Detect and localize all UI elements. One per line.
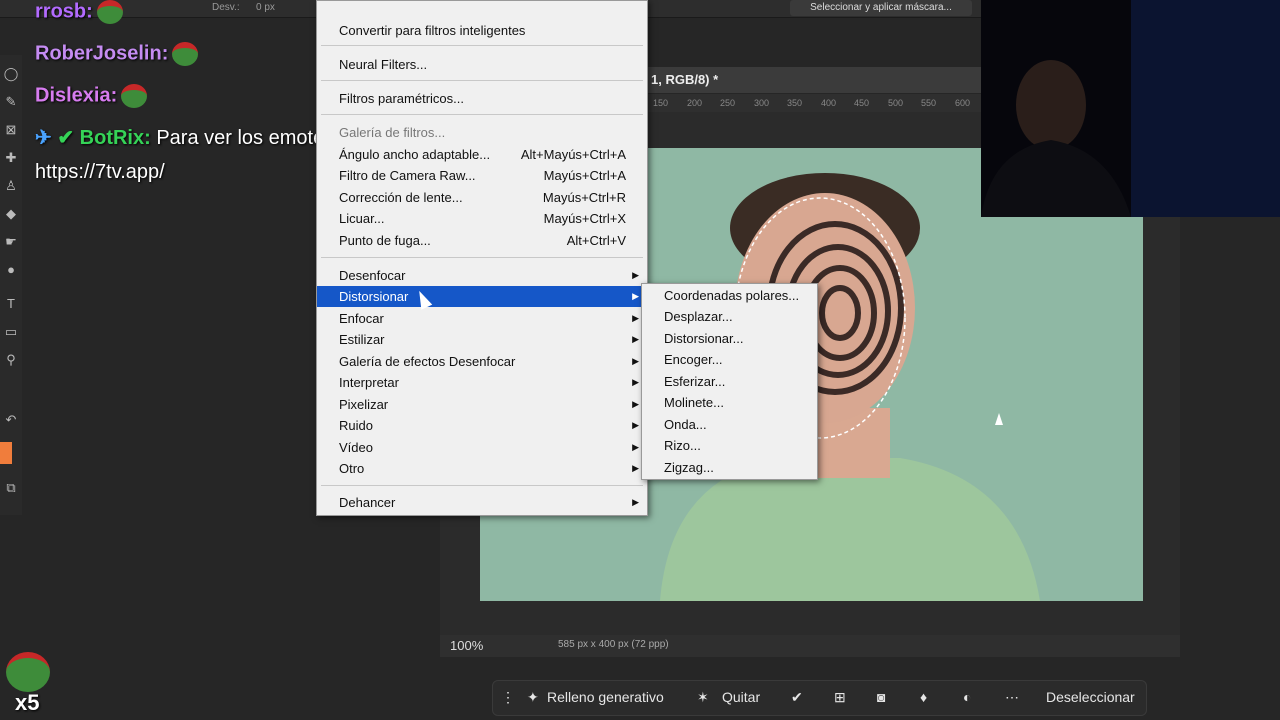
menu-item-adaptive-wide-angle[interactable]: Ángulo ancho adaptable... Alt+Mayús+Ctrl+… (317, 144, 647, 165)
chat-username: BotRix (79, 127, 145, 149)
stamp-tool-icon[interactable]: ♙ (2, 177, 20, 195)
transform-icon[interactable]: ⊞ (834, 689, 846, 706)
remove-icon: ✶ (697, 689, 709, 705)
emote-counter: x5 (15, 690, 40, 715)
zoom-tool-icon[interactable]: ⚲ (2, 351, 20, 369)
menu-item-vanishing-point[interactable]: Punto de fuga... Alt+Ctrl+V (317, 230, 647, 251)
foreground-color-swatch[interactable] (0, 442, 12, 464)
menu-item-video[interactable]: Vídeo ▶ (317, 437, 647, 458)
moderator-badge-icon: ✈ (35, 127, 52, 149)
horizontal-ruler: 150 200 250 300 350 400 450 500 550 600 (645, 94, 985, 112)
emote-icon (96, 0, 123, 24)
menu-item-liquify[interactable]: Licuar... Mayús+Ctrl+X (317, 208, 647, 229)
submenu-item-spherize[interactable]: Esferizar... (642, 371, 817, 392)
fill-icon[interactable]: ♦ (920, 689, 927, 705)
frame-tool-icon[interactable]: ⊠ (2, 121, 20, 139)
emote-icon (121, 84, 148, 108)
desv-value[interactable]: 0 px (256, 2, 275, 13)
submenu-item-polar-coordinates[interactable]: Coordenadas polares... (642, 285, 817, 306)
menu-item-blur-gallery[interactable]: Galería de efectos Desenfocar ▶ (317, 351, 647, 372)
brush-icon[interactable]: ✔ (791, 689, 803, 706)
generative-fill-button[interactable]: Relleno generativo (547, 689, 664, 705)
chat-username: Dislexia (35, 84, 111, 107)
brush-tool-icon[interactable]: ✎ (2, 93, 20, 111)
chat-link[interactable]: https://7tv.app/ (35, 161, 165, 184)
emote-icon (172, 42, 199, 66)
screen-mode-icon[interactable]: ⧉ (2, 479, 20, 497)
menu-item-distort[interactable]: Distorsionar ▶ (317, 286, 647, 307)
submenu-item-wave[interactable]: Onda... (642, 414, 817, 435)
deselect-button[interactable]: Deseleccionar (1046, 689, 1135, 705)
submenu-item-zigzag[interactable]: Zigzag... (642, 457, 817, 478)
menu-item-render[interactable]: Interpretar ▶ (317, 372, 647, 393)
status-bar (440, 635, 1180, 657)
contextual-task-bar: ⋮ ✦ Relleno generativo ✶ Quitar ✔ ⊞ ◙ ♦ … (492, 680, 1147, 716)
chat-message: RoberJoselin: (35, 42, 199, 66)
menu-item-pixelate[interactable]: Pixelizar ▶ (317, 394, 647, 415)
document-tab[interactable]: 1, RGB/8) * (645, 67, 985, 93)
menu-separator (321, 45, 643, 46)
lasso-tool-icon[interactable]: ◯ (2, 65, 20, 83)
menu-item-noise[interactable]: Ruido ▶ (317, 415, 647, 436)
filter-menu: Convertir para filtros inteligentes Neur… (316, 0, 648, 516)
menu-item-neural-filters[interactable]: Neural Filters... (317, 54, 647, 75)
shape-tool-icon[interactable]: ▭ (2, 323, 20, 341)
menu-separator (321, 114, 643, 115)
chat-message: Dislexia: (35, 84, 148, 108)
submenu-item-distort[interactable]: Distorsionar... (642, 328, 817, 349)
submenu-item-twirl[interactable]: Molinete... (642, 392, 817, 413)
menu-item-blur[interactable]: Desenfocar ▶ (317, 265, 647, 286)
menu-item-stylize[interactable]: Estilizar ▶ (317, 329, 647, 350)
submenu-item-displace[interactable]: Desplazar... (642, 306, 817, 327)
menu-item-camera-raw[interactable]: Filtro de Camera Raw... Mayús+Ctrl+A (317, 165, 647, 186)
smudge-tool-icon[interactable]: ☛ (2, 233, 20, 251)
menu-item-parametric-filters[interactable]: Filtros paramétricos... (317, 88, 647, 109)
zoom-level[interactable]: 100% (450, 638, 483, 653)
more-options-icon[interactable]: ⋯ (1005, 689, 1019, 706)
chat-username: RoberJoselin (35, 42, 162, 65)
streamer-webcam (981, 0, 1280, 217)
mask-icon[interactable]: ◙ (877, 689, 885, 705)
dodge-tool-icon[interactable]: ● (2, 261, 20, 279)
type-tool-icon[interactable]: T (2, 295, 20, 313)
submenu-item-ripple[interactable]: Rizo... (642, 435, 817, 456)
chat-message: rrosb: (35, 0, 123, 24)
eraser-tool-icon[interactable]: ◆ (2, 205, 20, 223)
menu-item-other[interactable]: Otro ▶ (317, 458, 647, 479)
verified-badge-icon: ✔ (57, 127, 75, 149)
distort-submenu: Coordenadas polares... Desplazar... Dist… (641, 283, 818, 480)
remove-button[interactable]: Quitar (722, 689, 760, 705)
adjustment-icon[interactable]: ◐ (963, 689, 971, 705)
swap-colors-icon[interactable]: ↶ (2, 411, 20, 429)
desv-label: Desv.: (212, 2, 240, 13)
menu-separator (321, 257, 643, 258)
mouse-cursor-icon (995, 413, 1003, 425)
webcam-overlay (981, 0, 1280, 217)
healing-tool-icon[interactable]: ✚ (2, 149, 20, 167)
submenu-item-pinch[interactable]: Encoger... (642, 349, 817, 370)
chat-username: rrosb (35, 0, 87, 23)
menu-item-smart-filters[interactable]: Convertir para filtros inteligentes (317, 20, 647, 41)
drag-handle-icon[interactable]: ⋮ (501, 689, 515, 706)
document-size: 585 px x 400 px (72 ppp) (558, 639, 669, 650)
sparkle-icon: ✦ (527, 689, 539, 705)
menu-item-dehancer[interactable]: Dehancer ▶ (317, 492, 647, 513)
menu-item-lens-correction[interactable]: Corrección de lente... Mayús+Ctrl+R (317, 187, 647, 208)
menu-item-sharpen[interactable]: Enfocar ▶ (317, 308, 647, 329)
menu-separator (321, 80, 643, 81)
menu-separator (321, 485, 643, 486)
select-and-mask-button[interactable]: Seleccionar y aplicar máscara... (790, 0, 972, 16)
menu-item-filter-gallery[interactable]: Galería de filtros... (317, 122, 647, 143)
